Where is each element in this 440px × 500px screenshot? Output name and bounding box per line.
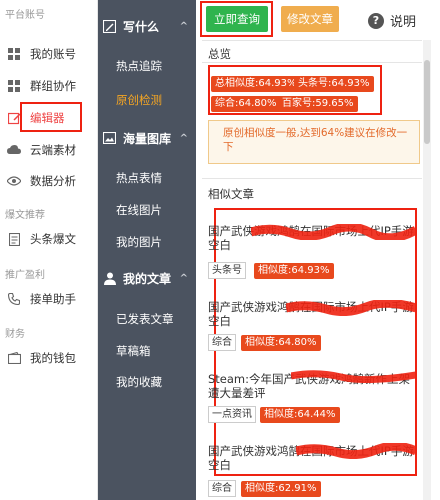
annotation-box-overview bbox=[208, 65, 382, 115]
grid-icon bbox=[6, 78, 22, 94]
divider bbox=[202, 178, 422, 179]
help-label: 说明 bbox=[390, 15, 417, 30]
sidebar-item-group-collab[interactable]: 群组协作 bbox=[6, 75, 96, 97]
section-label-promotion: 推广盈利 bbox=[5, 270, 45, 281]
section-label-hot-articles: 爆文推荐 bbox=[5, 210, 45, 221]
menu-item-hot-tracking[interactable]: 热点追踪 bbox=[116, 58, 162, 74]
divider bbox=[202, 40, 422, 41]
help-link[interactable]: ? 说明 bbox=[368, 11, 416, 30]
group-title: 我的文章 bbox=[123, 271, 172, 286]
group-title: 写什么 bbox=[123, 19, 160, 34]
source-tag: 综合 bbox=[208, 334, 236, 351]
chevron-up-icon: ^ bbox=[179, 20, 188, 32]
overview-title: 总览 bbox=[208, 47, 231, 61]
sidebar-item-label: 我的钱包 bbox=[30, 351, 76, 365]
person-icon bbox=[102, 271, 117, 286]
sidebar-item-label: 数据分析 bbox=[30, 174, 76, 188]
menu-item-online-images[interactable]: 在线图片 bbox=[116, 202, 162, 218]
sidebar-item-order-helper[interactable]: 接单助手 bbox=[6, 288, 96, 310]
sidebar-item-label: 头条爆文 bbox=[30, 232, 76, 246]
divider bbox=[202, 62, 422, 63]
group-header-image-library[interactable]: 海量图库 ^ bbox=[102, 124, 194, 152]
left-sidebar: 平台账号 我的账号 群组协作 编辑器 云端素材 数据分析 爆文推荐 头条爆文 推… bbox=[0, 0, 98, 500]
chevron-up-icon: ^ bbox=[179, 132, 188, 144]
menu-item-my-images[interactable]: 我的图片 bbox=[116, 234, 162, 250]
wallet-icon bbox=[6, 350, 22, 366]
sidebar-item-my-account[interactable]: 我的账号 bbox=[6, 43, 96, 65]
similarity-tag: 相似度:64.93% bbox=[254, 263, 334, 279]
phone-icon bbox=[6, 291, 22, 307]
redaction-scribble bbox=[251, 224, 416, 240]
image-icon bbox=[102, 131, 117, 146]
eye-icon bbox=[6, 173, 22, 189]
source-tag: 综合 bbox=[208, 480, 236, 497]
question-icon: ? bbox=[368, 12, 384, 29]
cloud-icon bbox=[6, 142, 22, 158]
source-tag: 一点资讯 bbox=[208, 406, 256, 423]
sidebar-item-label: 我的账号 bbox=[30, 47, 76, 61]
menu-item-originality-check[interactable]: 原创检测 bbox=[116, 92, 162, 108]
main-panel: 立即查询 修改文章 ? 说明 总览 总相似度:64.93% 头条号:64.93%… bbox=[196, 0, 440, 500]
group-header-what-to-write[interactable]: 写什么 ^ bbox=[102, 12, 194, 40]
menu-item-drafts[interactable]: 草稿箱 bbox=[116, 343, 151, 359]
redaction-scribble bbox=[296, 443, 416, 459]
pencil-icon bbox=[102, 19, 117, 34]
sidebar-item-data-analysis[interactable]: 数据分析 bbox=[6, 170, 96, 192]
group-title: 海量图库 bbox=[123, 131, 172, 146]
sidebar-item-label: 接单助手 bbox=[30, 292, 76, 306]
modify-article-button[interactable]: 修改文章 bbox=[281, 6, 339, 32]
sidebar-item-label: 群组协作 bbox=[30, 79, 76, 93]
similarity-tag: 相似度:62.91% bbox=[241, 481, 321, 497]
annotation-box-query bbox=[200, 1, 273, 37]
advice-box: 原创相似度一般,达到64%建议在修改一下 bbox=[208, 120, 420, 164]
scrollbar-thumb[interactable] bbox=[424, 60, 430, 144]
menu-item-favorites[interactable]: 我的收藏 bbox=[116, 374, 162, 390]
similarity-tag: 相似度:64.44% bbox=[260, 407, 340, 423]
source-tag: 头条号 bbox=[208, 262, 246, 279]
section-label-platform: 平台账号 bbox=[5, 10, 45, 21]
document-icon bbox=[6, 231, 22, 247]
sidebar-item-cloud-material[interactable]: 云端素材 bbox=[6, 139, 96, 161]
chevron-up-icon: ^ bbox=[179, 272, 188, 284]
sidebar-item-wallet[interactable]: 我的钱包 bbox=[6, 347, 96, 369]
similarity-tag: 相似度:64.80% bbox=[241, 335, 321, 351]
grid-icon bbox=[6, 46, 22, 62]
menu-item-published[interactable]: 已发表文章 bbox=[116, 311, 174, 327]
redaction-scribble bbox=[286, 300, 416, 316]
similar-articles-title: 相似文章 bbox=[208, 187, 254, 201]
section-label-finance: 财务 bbox=[5, 329, 25, 340]
tool-sidebar: 写什么 ^ 热点追踪 原创检测 新 海量图库 ^ 热点表情 在线图片 新 我的图… bbox=[98, 0, 286, 500]
group-header-my-articles[interactable]: 我的文章 ^ bbox=[102, 264, 194, 292]
redaction-scribble bbox=[291, 370, 416, 383]
sidebar-item-label: 云端素材 bbox=[30, 143, 76, 157]
annotation-box-editor bbox=[20, 102, 82, 132]
sidebar-item-toutiao-hot[interactable]: 头条爆文 bbox=[6, 228, 96, 250]
menu-item-hot-emoji[interactable]: 热点表情 bbox=[116, 170, 162, 186]
